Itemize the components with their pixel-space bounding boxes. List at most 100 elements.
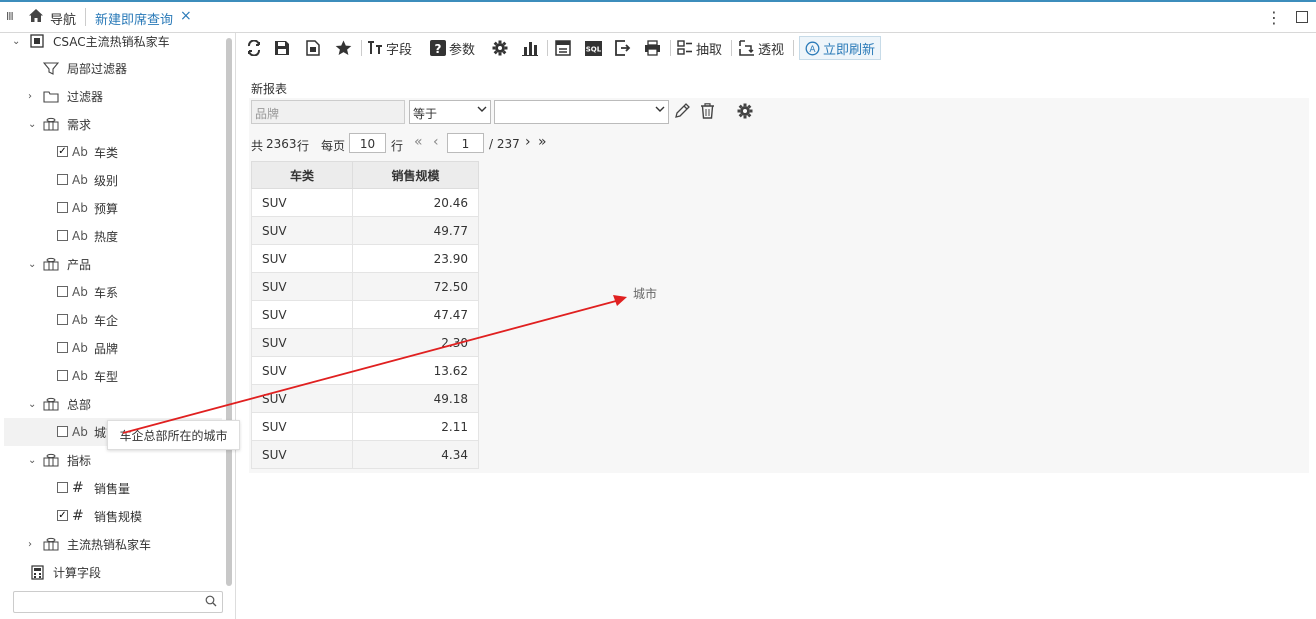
save-icon[interactable] xyxy=(274,37,290,59)
filter-value-select[interactable] xyxy=(494,100,669,124)
table-cell[interactable]: 2.11 xyxy=(352,412,479,441)
field-search-input[interactable] xyxy=(13,591,223,613)
table-cell[interactable]: SUV xyxy=(251,300,353,329)
field-checkbox[interactable] xyxy=(57,174,68,185)
table-cell[interactable]: SUV xyxy=(251,272,353,301)
field-item[interactable]: Ab 预算 xyxy=(0,194,225,222)
extract-button[interactable]: 抽取 xyxy=(677,37,722,59)
field-checkbox[interactable] xyxy=(57,370,68,381)
chevron-down-icon[interactable]: ⌄ xyxy=(12,36,20,47)
maximize-icon[interactable] xyxy=(1296,11,1308,23)
column-header[interactable]: 车类 xyxy=(251,161,353,189)
group-demand[interactable]: ⌄ 需求 xyxy=(0,110,225,138)
chevron-down-icon[interactable]: ⌄ xyxy=(28,399,36,410)
table-cell[interactable]: SUV xyxy=(251,356,353,385)
chevron-down-icon[interactable]: ⌄ xyxy=(28,259,36,270)
field-item[interactable]: # 销售量 xyxy=(0,474,225,502)
table-cell[interactable]: 2.30 xyxy=(352,328,479,357)
prev-page-icon[interactable]: ‹ xyxy=(433,134,439,150)
table-cell[interactable]: SUV xyxy=(251,328,353,357)
export-icon[interactable] xyxy=(615,37,631,59)
field-label: 品牌 xyxy=(94,341,119,356)
table-cell[interactable]: 13.62 xyxy=(352,356,479,385)
first-page-icon[interactable]: « xyxy=(414,134,423,150)
total-pages: / 237 xyxy=(489,137,520,151)
field-item[interactable]: Ab 车型 xyxy=(0,362,225,390)
field-item[interactable]: Ab 车系 xyxy=(0,278,225,306)
last-page-icon[interactable]: » xyxy=(538,134,547,150)
refresh-now-button[interactable]: A 立即刷新 xyxy=(799,36,882,60)
save-as-icon[interactable] xyxy=(305,37,321,59)
search-icon[interactable] xyxy=(205,595,217,610)
nav-label[interactable]: 导航 xyxy=(50,9,76,28)
field-checkbox[interactable] xyxy=(57,426,68,437)
table-cell[interactable]: SUV xyxy=(251,440,353,469)
gear-icon[interactable] xyxy=(737,103,753,122)
menu-icon[interactable]: III xyxy=(6,10,14,23)
field-item[interactable]: Ab 热度 xyxy=(0,222,225,250)
field-checkbox[interactable]: ✓ xyxy=(57,510,68,521)
chevron-down-icon[interactable]: ⌄ xyxy=(28,455,36,466)
chart-icon[interactable] xyxy=(522,37,538,59)
filter-operator-select[interactable]: 等于 xyxy=(409,100,491,124)
table-cell[interactable]: SUV xyxy=(251,384,353,413)
table-cell[interactable]: SUV xyxy=(251,244,353,273)
scrollbar[interactable] xyxy=(226,38,232,586)
per-page-input[interactable]: 10 xyxy=(349,133,386,153)
chevron-down-icon[interactable]: ⌄ xyxy=(28,119,36,130)
table-cell[interactable]: SUV xyxy=(251,412,353,441)
local-filter-item[interactable]: 局部过滤器 xyxy=(0,54,225,82)
field-checkbox[interactable] xyxy=(57,482,68,493)
next-page-icon[interactable]: › xyxy=(525,134,531,150)
calc-field-item[interactable]: 计算字段 xyxy=(0,558,225,586)
divider xyxy=(85,8,86,26)
pivot-button[interactable]: 透视 xyxy=(739,37,784,59)
favorite-icon[interactable] xyxy=(335,37,352,59)
table-cell[interactable]: 23.90 xyxy=(352,244,479,273)
home-icon[interactable] xyxy=(28,8,44,24)
table-cell[interactable]: SUV xyxy=(251,216,353,245)
field-checkbox[interactable]: ✓ xyxy=(57,146,68,157)
field-checkbox[interactable] xyxy=(57,342,68,353)
tab-new-adhoc-query[interactable]: 新建即席查询 xyxy=(95,9,173,28)
group-product[interactable]: ⌄ 产品 xyxy=(0,250,225,278)
tree-root[interactable]: ⌄ CSAC主流热销私家车 xyxy=(0,27,225,55)
field-item[interactable]: Ab 级别 xyxy=(0,166,225,194)
field-item[interactable]: Ab 品牌 xyxy=(0,334,225,362)
field-checkbox[interactable] xyxy=(57,230,68,241)
field-checkbox[interactable] xyxy=(57,202,68,213)
group-metrics[interactable]: ⌄ 指标 xyxy=(0,446,225,474)
filters-folder[interactable]: › 过滤器 xyxy=(0,82,225,110)
table-cell[interactable]: 72.50 xyxy=(352,272,479,301)
settings-icon[interactable] xyxy=(492,37,508,59)
table-cell[interactable]: 47.47 xyxy=(352,300,479,329)
page-number-input[interactable]: 1 xyxy=(447,133,484,153)
group-headquarters[interactable]: ⌄ 总部 xyxy=(0,390,225,418)
column-header[interactable]: 销售规模 xyxy=(352,161,479,189)
field-item[interactable]: ✓ # 销售规模 xyxy=(0,502,225,530)
sql-icon[interactable]: SQL xyxy=(585,37,602,59)
table-cell[interactable]: 4.34 xyxy=(352,440,479,469)
table-cell[interactable]: 49.77 xyxy=(352,216,479,245)
trash-icon[interactable] xyxy=(700,103,715,122)
table-cell[interactable]: 20.46 xyxy=(352,188,479,217)
table-cell[interactable]: SUV xyxy=(251,188,353,217)
close-icon[interactable]: × xyxy=(180,8,192,24)
sub-table-item[interactable]: › 主流热销私家车 xyxy=(0,530,225,558)
pencil-icon[interactable] xyxy=(674,103,690,122)
print-icon[interactable] xyxy=(644,37,661,59)
more-options-icon[interactable]: ⋮ xyxy=(1266,8,1282,27)
field-item[interactable]: ✓ Ab 车类 xyxy=(0,138,225,166)
field-checkbox[interactable] xyxy=(57,314,68,325)
field-item[interactable]: Ab 车企 xyxy=(0,306,225,334)
field-checkbox[interactable] xyxy=(57,286,68,297)
undo-refresh-icon[interactable] xyxy=(246,37,262,59)
table-cell[interactable]: 49.18 xyxy=(352,384,479,413)
fields-label: 字段 xyxy=(386,42,413,58)
params-button[interactable]: ? 参数 xyxy=(430,37,475,59)
filter-field-input[interactable]: 品牌 xyxy=(251,100,405,124)
chevron-right-icon[interactable]: › xyxy=(28,539,32,550)
layout-icon[interactable] xyxy=(555,37,571,59)
chevron-right-icon[interactable]: › xyxy=(28,91,32,102)
fields-button[interactable]: 字段 xyxy=(367,37,412,59)
